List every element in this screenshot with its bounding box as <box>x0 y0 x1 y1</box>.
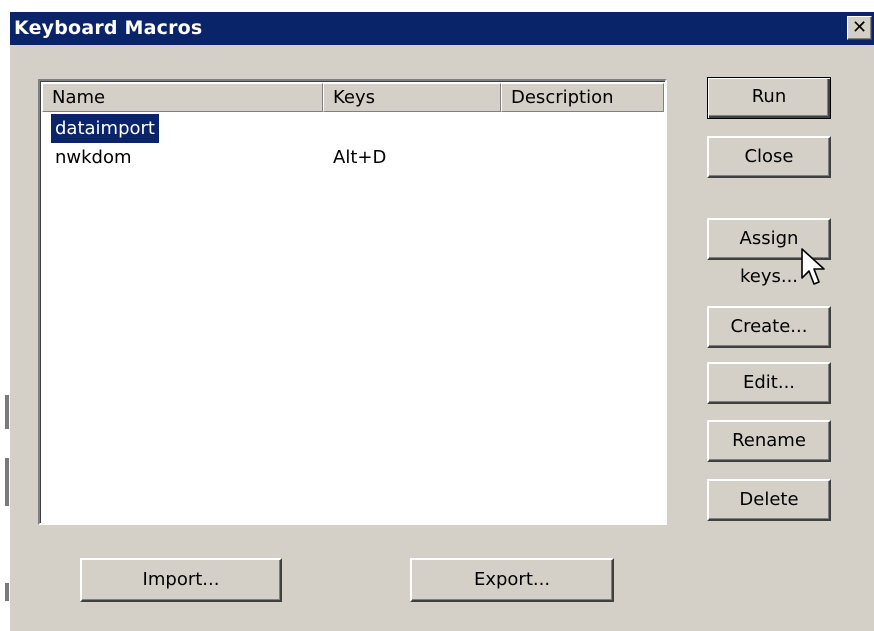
macro-keys: Alt+D <box>333 147 387 168</box>
edge-mark <box>5 458 9 506</box>
close-icon[interactable]: ✕ <box>847 16 872 40</box>
close-button[interactable]: Close <box>707 136 831 178</box>
column-header-description[interactable]: Description <box>501 83 664 112</box>
run-button[interactable]: Run <box>707 77 831 119</box>
export-button[interactable]: Export... <box>410 558 614 602</box>
rename-button[interactable]: Rename <box>707 420 831 462</box>
list-item[interactable]: dataimport <box>51 114 651 143</box>
list-header: Name Keys Description <box>42 83 664 112</box>
macro-name: dataimport <box>51 114 159 143</box>
dialog-title: Keyboard Macros <box>14 17 203 39</box>
edit-button[interactable]: Edit... <box>707 362 831 404</box>
keyboard-macros-dialog: Keyboard Macros ✕ Name Keys Description … <box>10 12 874 631</box>
background-window-edge <box>0 0 10 631</box>
create-button[interactable]: Create... <box>707 306 831 348</box>
list-item[interactable]: nwkdom Alt+D <box>51 143 651 172</box>
title-bar[interactable]: Keyboard Macros ✕ <box>10 12 874 45</box>
macro-list[interactable]: Name Keys Description dataimport nwkdom … <box>38 79 667 525</box>
column-header-keys[interactable]: Keys <box>323 83 501 112</box>
column-header-name[interactable]: Name <box>42 83 323 112</box>
macro-name: nwkdom <box>55 147 132 168</box>
edge-mark <box>5 583 9 601</box>
import-button[interactable]: Import... <box>80 558 282 602</box>
delete-button[interactable]: Delete <box>707 479 831 521</box>
mouse-pointer-icon <box>801 248 825 285</box>
edge-mark <box>5 395 9 429</box>
